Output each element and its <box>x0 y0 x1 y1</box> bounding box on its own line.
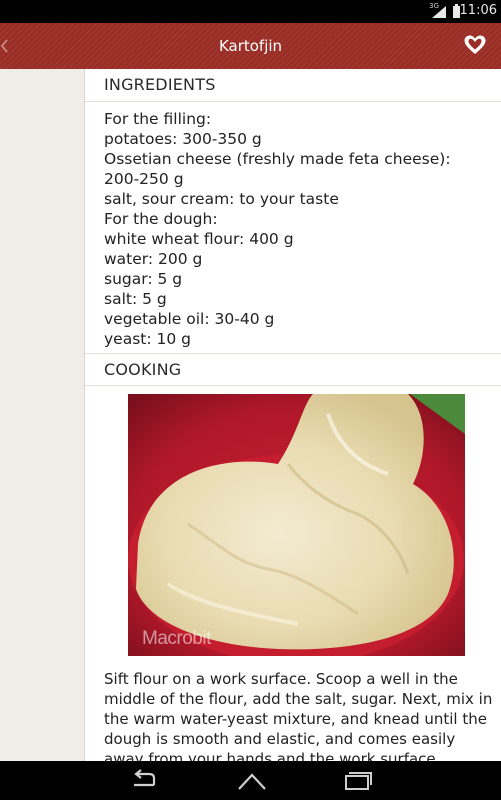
recents-icon[interactable] <box>342 769 374 791</box>
cooking-heading: COOKING <box>104 360 182 379</box>
ingredient-line: salt: 5 g <box>104 290 167 308</box>
signal-strength-icon <box>432 6 446 18</box>
ingredient-line: Ossetian cheese (freshly made feta chees… <box>104 150 451 168</box>
ingredient-line: sugar: 5 g <box>104 270 183 288</box>
ingredient-line: For the dough: <box>104 210 218 228</box>
ingredient-line: potatoes: 300-350 g <box>104 130 262 148</box>
photo-watermark: Macrobit <box>142 628 211 649</box>
heart-icon[interactable] <box>463 34 487 56</box>
screen-title: Kartofjin <box>218 37 283 55</box>
system-nav-bar <box>0 761 501 800</box>
ingredient-line: 200-250 g <box>104 170 184 188</box>
back-icon[interactable] <box>128 769 160 791</box>
cooking-instructions: Sift flour on a work surface. Scoop a we… <box>104 670 493 761</box>
clock: 11:06 <box>459 3 497 18</box>
ingredients-section-header: INGREDIENTS <box>85 69 501 102</box>
ingredient-line: vegetable oil: 30-40 g <box>104 310 275 328</box>
status-bar: 3G 11:06 <box>0 0 501 23</box>
dough-illustration <box>128 394 465 656</box>
home-icon[interactable] <box>236 769 268 791</box>
ingredient-line: For the filling: <box>104 110 212 128</box>
ingredient-line: yeast: 10 g <box>104 330 191 348</box>
ingredient-line: white wheat flour: 400 g <box>104 230 294 248</box>
ingredient-line: water: 200 g <box>104 250 203 268</box>
cooking-section-header: COOKING <box>85 353 501 386</box>
dough-photo: Macrobit <box>128 394 465 656</box>
ingredient-line: salt, sour cream: to your taste <box>104 190 339 208</box>
side-margin <box>0 69 84 761</box>
ingredients-heading: INGREDIENTS <box>104 75 216 94</box>
action-bar: Kartofjin <box>0 23 501 71</box>
ingredients-list: For the filling: potatoes: 300-350 g Oss… <box>104 109 451 349</box>
recipe-panel[interactable]: INGREDIENTS For the filling: potatoes: 3… <box>84 69 501 761</box>
